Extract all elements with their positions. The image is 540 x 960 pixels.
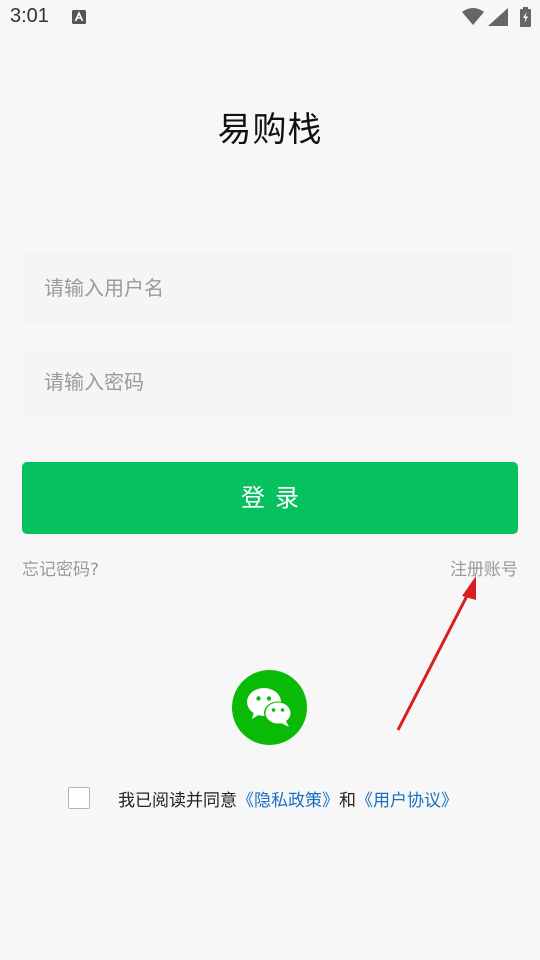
agreement-checkbox[interactable] — [68, 787, 90, 809]
password-input[interactable] — [22, 346, 518, 418]
agreement-row: 我已阅读并同意 《隐私政策》 和 《用户协议》 — [68, 786, 458, 811]
login-button[interactable]: 登录 — [22, 462, 518, 534]
username-input[interactable] — [22, 252, 518, 324]
agreement-and: 和 — [339, 790, 356, 811]
register-link[interactable]: 注册账号 — [450, 555, 518, 580]
user-agreement-link[interactable]: 《用户协议》 — [356, 786, 458, 811]
wechat-login-button[interactable] — [232, 670, 307, 745]
wechat-icon — [247, 688, 292, 727]
text-a-icon — [72, 10, 86, 24]
forgot-password-link[interactable]: 忘记密码? — [22, 555, 99, 580]
app-title: 易购栈 — [217, 110, 323, 150]
agreement-prefix: 我已阅读并同意 — [118, 790, 237, 811]
battery-icon — [520, 7, 531, 27]
privacy-policy-link[interactable]: 《隐私政策》 — [237, 786, 339, 811]
signal-icon — [488, 8, 508, 26]
wifi-icon — [462, 8, 484, 25]
status-bar: 3:01 — [0, 0, 540, 36]
status-time: 3:01 — [10, 5, 49, 27]
